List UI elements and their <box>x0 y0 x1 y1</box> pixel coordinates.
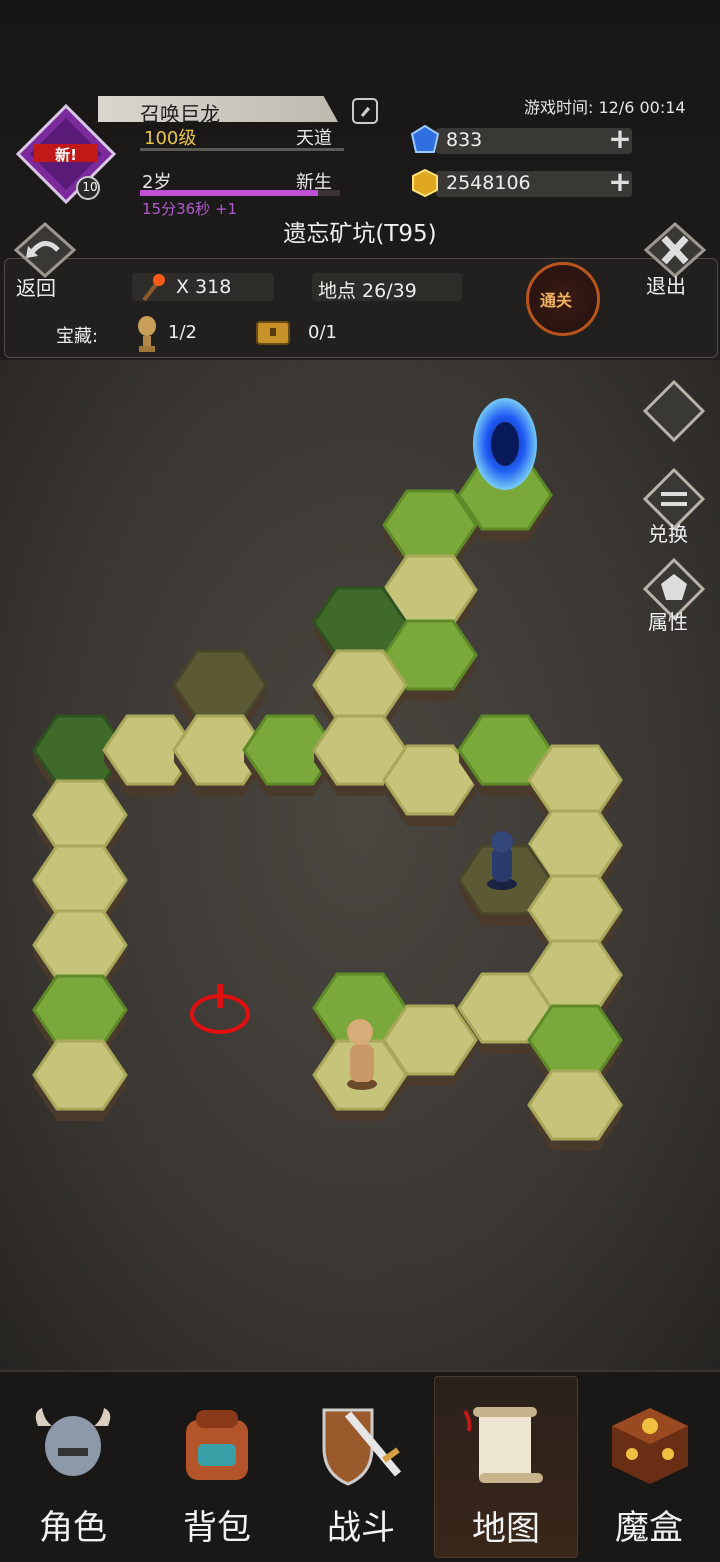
scroll-map-icon <box>463 1407 543 1483</box>
nav-map-label: 地图 <box>472 1509 540 1549</box>
treasure-chest-icon <box>256 321 290 345</box>
magic-box-icon <box>612 1408 688 1484</box>
nav-role-label: 角色 <box>39 1508 107 1548</box>
blue-portal[interactable] <box>473 398 537 490</box>
nav-map[interactable]: 地图 <box>434 1376 578 1558</box>
player-name: 召唤巨龙 <box>140 102 220 126</box>
game-time: 游戏时间: 12/6 00:14 <box>524 98 686 117</box>
helmet-icon <box>35 1408 111 1476</box>
player-level: 100级 <box>144 128 197 149</box>
nav-bag[interactable]: 背包 <box>146 1376 288 1556</box>
add-gold-icon[interactable]: + <box>608 168 632 196</box>
avatar-level-number: 10 <box>82 180 98 194</box>
nav-magic-box[interactable]: 魔盒 <box>578 1376 720 1556</box>
gold-coin-icon <box>412 168 438 198</box>
trophy-count: 1/2 <box>168 322 197 343</box>
back-label: 返回 <box>16 276 56 300</box>
exp-bar-fill <box>140 190 318 196</box>
torch-icon <box>142 274 165 302</box>
torch-count: X 318 <box>176 276 232 298</box>
trophy-icon <box>138 316 156 352</box>
attributes-label: 属性 <box>648 610 688 634</box>
nav-battle[interactable]: 战斗 <box>290 1376 432 1556</box>
exchange-label: 兑换 <box>648 522 688 546</box>
exit-label: 退出 <box>646 274 686 298</box>
navigate-up-button[interactable] <box>641 378 707 444</box>
blue-gem-icon <box>410 124 440 153</box>
add-gem-icon[interactable]: + <box>608 125 632 153</box>
location-progress: 地点 26/39 <box>318 280 417 302</box>
backpack-icon <box>186 1410 248 1480</box>
dungeon-title: 遗忘矿坑(T95) <box>283 221 437 247</box>
nav-bag-label: 背包 <box>183 1508 251 1548</box>
nav-battle-label: 战斗 <box>327 1508 395 1548</box>
gem-count: 833 <box>446 129 483 151</box>
nav-role[interactable]: 角色 <box>2 1376 144 1556</box>
red-marker-icon[interactable] <box>190 984 250 1034</box>
sword-shield-icon <box>322 1408 402 1486</box>
chest-count: 0/1 <box>308 322 337 343</box>
hex-map[interactable] <box>0 360 720 1370</box>
clear-dungeon-label: 通关 <box>540 291 573 310</box>
edit-name-icon[interactable] <box>352 98 378 124</box>
level-underline <box>140 148 344 151</box>
nav-magic-box-label: 魔盒 <box>615 1508 683 1548</box>
gold-count: 2548106 <box>446 172 531 194</box>
avatar-badge-text: 新! <box>55 146 77 164</box>
treasure-label: 宝藏: <box>56 326 99 347</box>
player-realm: 天道 <box>296 128 332 149</box>
